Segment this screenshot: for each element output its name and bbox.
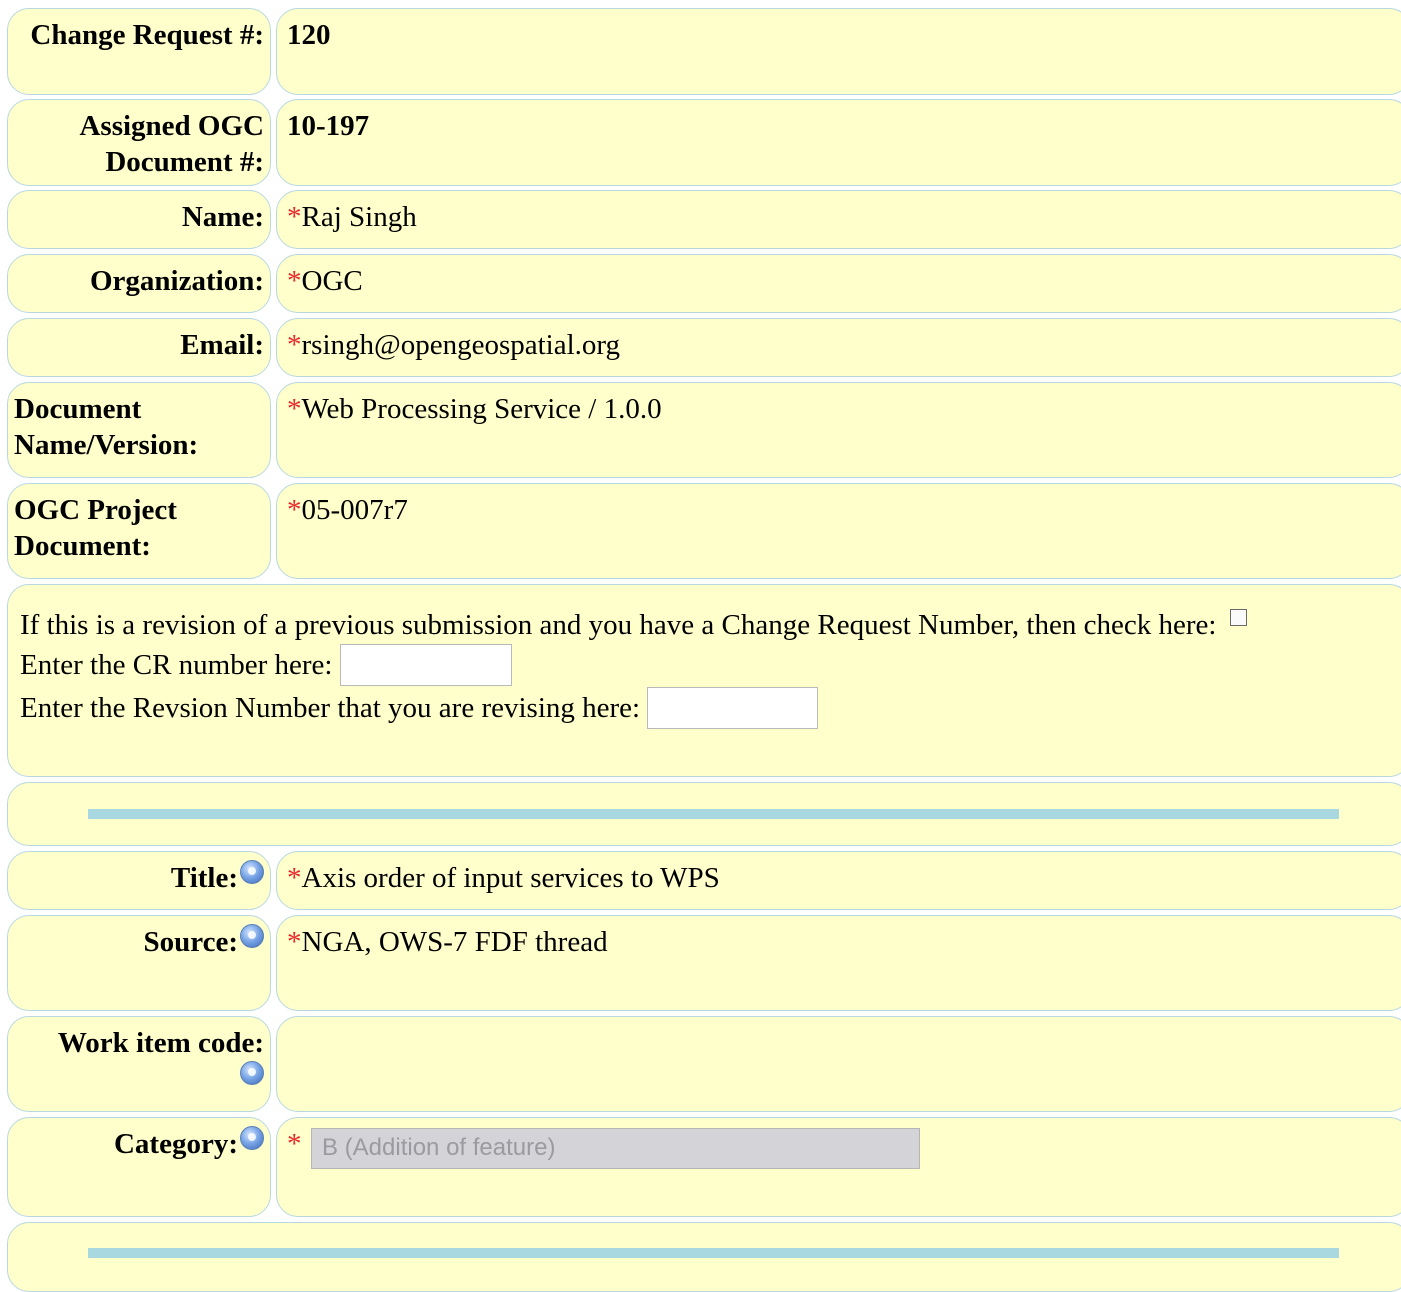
title-label-cell: Title: <box>7 851 271 910</box>
revision-number-label: Enter the Revsion Number that you are re… <box>20 692 641 724</box>
doc-name-version-value: Web Processing Service / 1.0.0 <box>301 393 662 425</box>
section-divider-bottom <box>88 1248 1339 1258</box>
work-item-code-label-cell: Work item code: <box>7 1016 271 1112</box>
source-value: NGA, OWS-7 FDF thread <box>301 926 608 958</box>
email-label: Email: <box>180 329 264 361</box>
change-request-label: Change Request #: <box>30 19 264 51</box>
source-required-marker: * <box>287 926 302 958</box>
revision-number-line: Enter the Revsion Number that you are re… <box>20 687 1401 730</box>
organization-required-marker: * <box>287 265 302 297</box>
title-label: Title: <box>170 862 238 894</box>
ogc-project-doc-required-marker: * <box>287 494 302 526</box>
doc-name-version-value-cell: *Web Processing Service / 1.0.0 <box>276 382 1401 478</box>
source-help-icon[interactable] <box>240 924 264 948</box>
work-item-code-value-cell <box>276 1016 1401 1112</box>
source-label: Source: <box>143 926 238 958</box>
section-divider-top <box>88 809 1339 819</box>
assigned-doc-value: 10-197 <box>287 110 370 142</box>
name-required-marker: * <box>287 201 302 233</box>
change-request-value: 120 <box>287 19 331 51</box>
work-item-code-label: Work item code: <box>57 1027 264 1059</box>
organization-value-cell: *OGC <box>276 254 1401 313</box>
organization-label-cell: Organization: <box>7 254 271 313</box>
email-value-cell: *rsingh@opengeospatial.org <box>276 318 1401 377</box>
change-request-label-cell: Change Request #: <box>7 8 271 95</box>
email-value: rsingh@opengeospatial.org <box>301 329 621 361</box>
category-select-value: B (Addition of feature) <box>322 1134 556 1161</box>
assigned-doc-value-cell: 10-197 <box>276 99 1401 186</box>
email-label-cell: Email: <box>7 318 271 377</box>
cr-number-label: Enter the CR number here: <box>20 649 333 681</box>
category-label-cell: Category: <box>7 1117 271 1217</box>
title-required-marker: * <box>287 862 302 894</box>
assigned-doc-label: Assigned OGC Document #: <box>79 110 264 178</box>
doc-name-version-required-marker: * <box>287 393 302 425</box>
revision-checkbox[interactable] <box>1230 609 1248 626</box>
change-request-value-cell: 120 <box>276 8 1401 95</box>
source-value-cell: *NGA, OWS-7 FDF thread <box>276 915 1401 1011</box>
revision-check-text: If this is a revision of a previous subm… <box>20 609 1217 641</box>
ogc-project-doc-label: OGC Project Document: <box>14 494 177 562</box>
title-help-icon[interactable] <box>240 860 264 884</box>
ogc-project-doc-label-cell: OGC Project Document: <box>7 483 271 579</box>
doc-name-version-label: Document Name/Version: <box>14 393 199 461</box>
cr-number-line: Enter the CR number here: <box>20 644 1401 690</box>
category-help-icon[interactable] <box>240 1126 264 1150</box>
category-required-marker: * <box>287 1128 302 1160</box>
ogc-project-doc-value: 05-007r7 <box>301 494 408 526</box>
name-label: Name: <box>181 201 264 233</box>
source-label-cell: Source: <box>7 915 271 1011</box>
revision-check-line: If this is a revision of a previous subm… <box>20 607 1401 647</box>
ogc-project-doc-value-cell: *05-007r7 <box>276 483 1401 579</box>
name-value: Raj Singh <box>301 201 417 233</box>
assigned-doc-label-cell: Assigned OGC Document #: <box>7 99 271 186</box>
work-item-code-help-icon[interactable] <box>240 1061 264 1085</box>
revision-panel: If this is a revision of a previous subm… <box>7 584 1401 777</box>
organization-value: OGC <box>301 265 363 297</box>
category-select[interactable]: B (Addition of feature) <box>311 1128 920 1169</box>
doc-name-version-label-cell: Document Name/Version: <box>7 382 271 478</box>
name-label-cell: Name: <box>7 190 271 249</box>
title-value: Axis order of input services to WPS <box>301 862 720 894</box>
organization-label: Organization: <box>90 265 264 297</box>
category-label: Category: <box>113 1128 238 1160</box>
title-value-cell: *Axis order of input services to WPS <box>276 851 1401 910</box>
name-value-cell: *Raj Singh <box>276 190 1401 249</box>
cr-number-input[interactable] <box>339 644 512 687</box>
email-required-marker: * <box>287 329 302 361</box>
revision-number-input[interactable] <box>647 687 819 730</box>
